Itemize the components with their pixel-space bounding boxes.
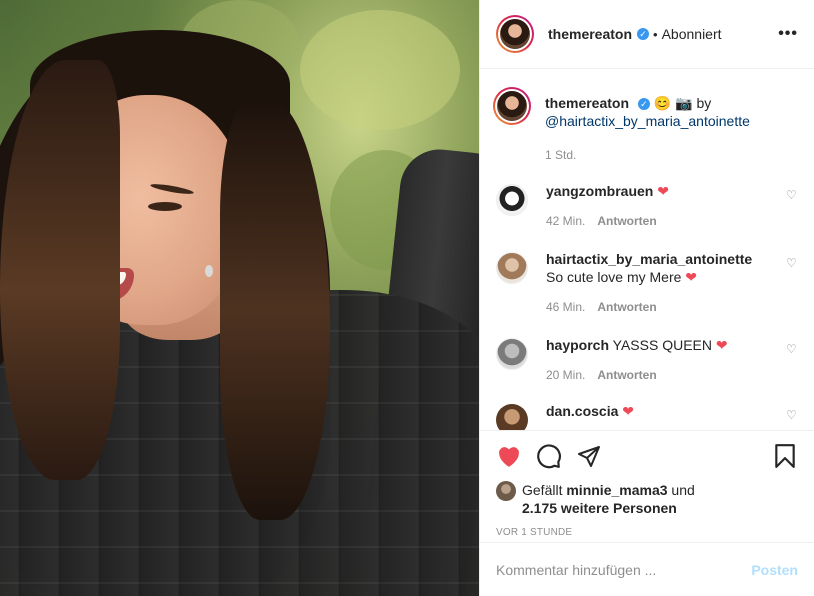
likes-others-link[interactable]: 2.175 weitere Personen <box>522 500 677 516</box>
comment-username[interactable]: dan.coscia <box>546 403 618 419</box>
reply-button[interactable]: Antworten <box>597 300 656 314</box>
comment-item: hairtactix_by_maria_antoinette So cute l… <box>496 251 798 314</box>
earring <box>205 265 213 277</box>
caption-username[interactable]: themereaton <box>545 95 629 111</box>
background-foliage <box>300 10 460 130</box>
post-actions: Gefällt minnie_mama3 und 2.175 weitere P… <box>480 430 814 542</box>
comment-like-heart-icon[interactable]: ♡ <box>786 408 798 422</box>
comment-time[interactable]: 42 Min. <box>546 214 585 228</box>
comment-avatar[interactable] <box>496 252 528 284</box>
comment-bubble-icon[interactable] <box>536 443 562 469</box>
paper-plane-icon[interactable] <box>576 443 602 469</box>
post-photo[interactable] <box>0 0 479 596</box>
post-timestamp[interactable]: VOR 1 STUNDE <box>496 527 798 538</box>
red-heart-emoji-icon: ❤ <box>685 269 698 285</box>
caption: themereaton ✓ 😊 📷 by @hairtactix_by_mari… <box>493 87 798 162</box>
red-heart-emoji-icon: ❤ <box>657 183 669 199</box>
separator-dot: • <box>653 26 658 42</box>
reply-button[interactable]: Antworten <box>597 368 656 382</box>
post-comment-button[interactable]: Posten <box>751 562 798 578</box>
likes-summary: Gefällt minnie_mama3 und 2.175 weitere P… <box>496 481 798 517</box>
comment-item: hayporch YASSS QUEEN ❤ 20 Min. Antworten … <box>496 337 798 382</box>
verified-badge-icon: ✓ <box>637 28 650 40</box>
camera-emoji-icon: 📷 <box>675 95 693 111</box>
comment-like-heart-icon[interactable]: ♡ <box>786 256 798 270</box>
follow-status-button[interactable]: Abonniert <box>662 26 722 42</box>
caption-by: by <box>696 95 712 111</box>
post-side-panel: themereaton ✓ • Abonniert ••• themereato… <box>479 0 814 596</box>
add-comment-bar: Posten <box>480 542 814 596</box>
comment-avatar[interactable] <box>496 338 528 370</box>
comment-avatar[interactable] <box>496 184 528 216</box>
caption-avatar[interactable] <box>493 87 531 125</box>
eye <box>148 202 182 211</box>
comment-like-heart-icon[interactable]: ♡ <box>786 342 798 356</box>
comment-item: yangzombrauen ❤ 42 Min. Antworten ♡ <box>496 183 798 228</box>
red-heart-emoji-icon: ❤ <box>715 337 728 353</box>
ellipsis-icon[interactable]: ••• <box>778 25 798 43</box>
caption-time[interactable]: 1 Std. <box>545 148 576 162</box>
comment-time[interactable]: 20 Min. <box>546 368 585 382</box>
comment-avatar[interactable] <box>496 404 528 430</box>
heart-filled-icon[interactable] <box>496 443 522 469</box>
comments-list[interactable]: themereaton ✓ 😊 📷 by @hairtactix_by_mari… <box>480 70 814 430</box>
liker-avatar[interactable] <box>496 481 516 501</box>
comment-text: So cute love my Mere <box>546 269 682 285</box>
comment-username[interactable]: yangzombrauen <box>546 183 653 199</box>
comment-time[interactable]: 46 Min. <box>546 300 585 314</box>
comment-input[interactable] <box>496 561 752 578</box>
verified-badge-icon: ✓ <box>637 98 650 111</box>
hair-strands <box>220 100 330 520</box>
caption-mention-link[interactable]: @hairtactix_by_maria_antoinette <box>545 113 750 129</box>
smile-emoji-icon: 😊 <box>653 95 672 111</box>
bookmark-icon[interactable] <box>772 443 798 469</box>
comment-item: dan.coscia ❤ ♡ <box>496 403 798 430</box>
post-header: themereaton ✓ • Abonniert ••• <box>480 0 814 69</box>
comment-username[interactable]: hairtactix_by_maria_antoinette <box>546 251 752 267</box>
red-heart-emoji-icon: ❤ <box>622 403 634 419</box>
author-username[interactable]: themereaton <box>548 26 632 42</box>
comment-like-heart-icon[interactable]: ♡ <box>786 188 798 202</box>
liker-username[interactable]: minnie_mama3 <box>566 482 667 498</box>
likes-and: und <box>671 482 695 498</box>
comment-username[interactable]: hayporch <box>546 337 609 353</box>
author-avatar[interactable] <box>496 15 534 53</box>
reply-button[interactable]: Antworten <box>597 214 656 228</box>
comment-text: YASSS QUEEN <box>612 337 712 353</box>
action-icons <box>496 431 798 481</box>
likes-prefix: Gefällt <box>522 482 563 498</box>
